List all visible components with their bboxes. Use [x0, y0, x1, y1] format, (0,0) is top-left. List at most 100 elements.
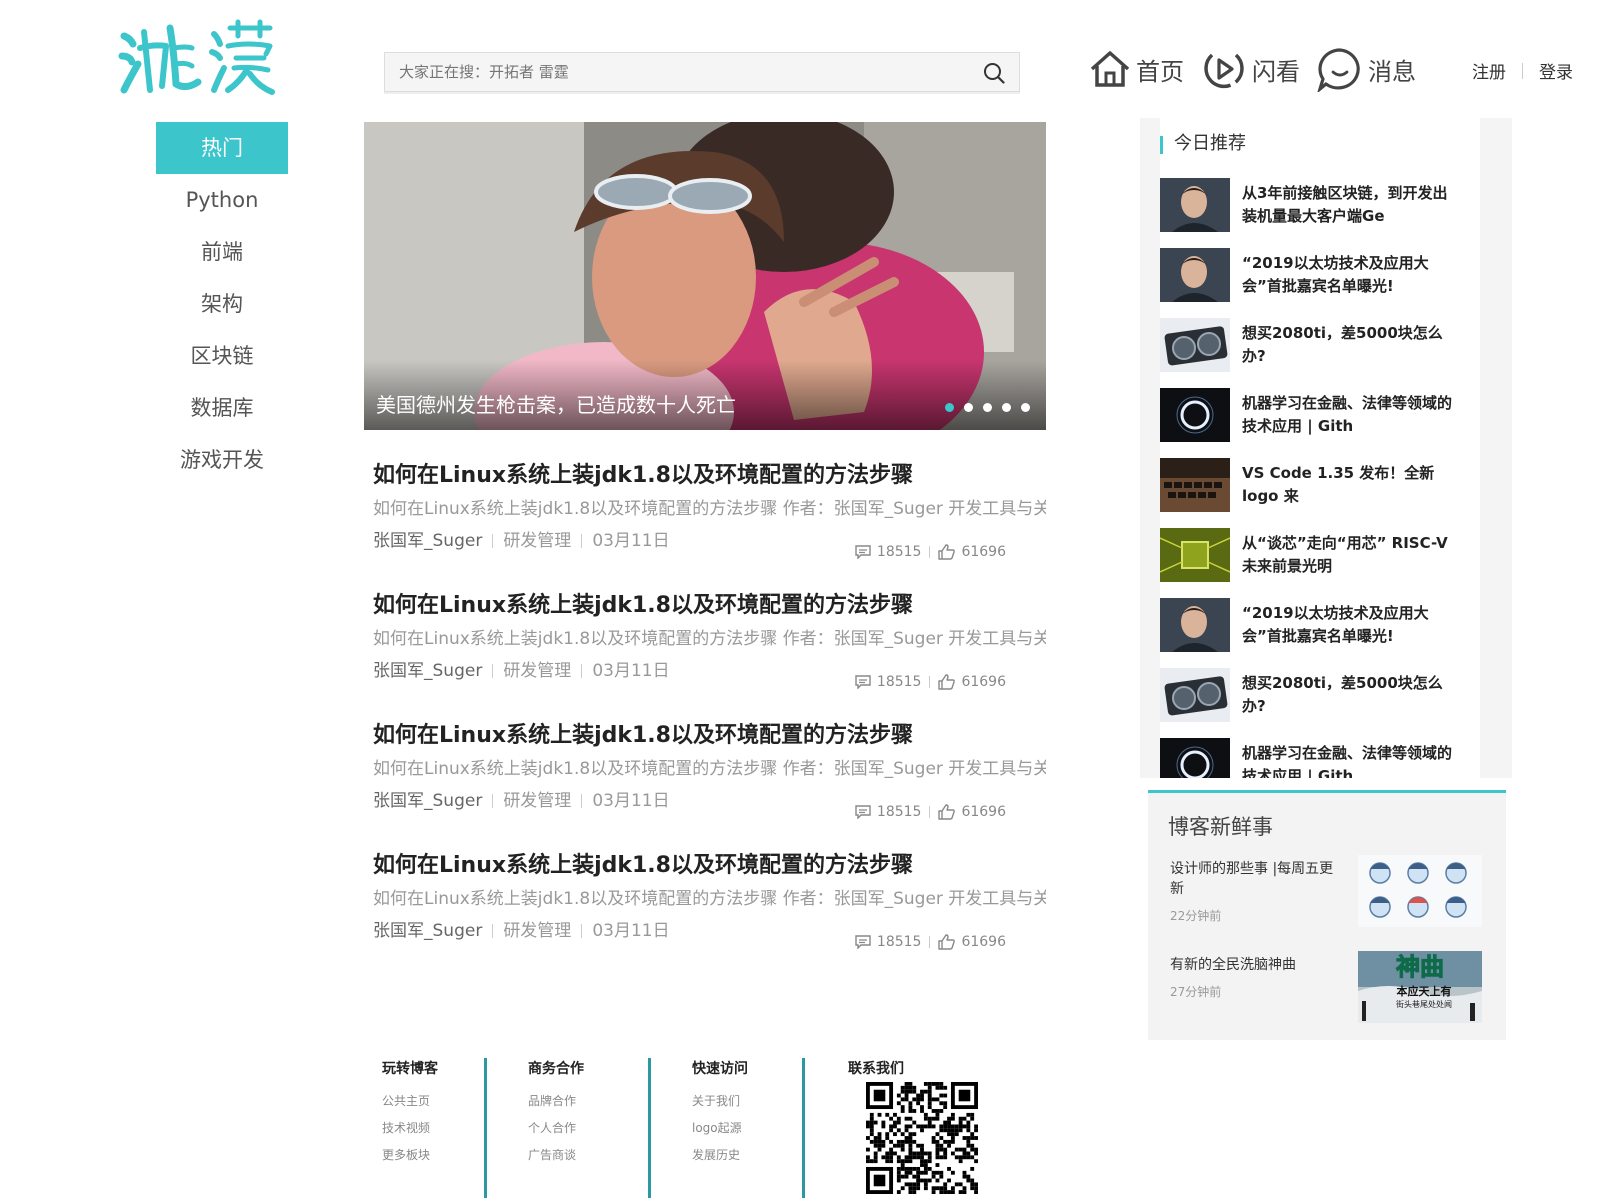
comment-count: 18515: [876, 674, 922, 690]
recommend-thumbnail[interactable]: [1160, 318, 1230, 372]
nav-messages-label: 消息: [1368, 57, 1416, 86]
category-python[interactable]: Python: [156, 174, 288, 226]
recommend-item-title[interactable]: 从“谈芯”走向“用芯” RISC-V未来前景光明: [1242, 532, 1457, 578]
login-link[interactable]: 登录: [1539, 58, 1573, 83]
article-category[interactable]: 研发管理: [503, 524, 571, 558]
footer-link[interactable]: 技术视频: [382, 1115, 438, 1142]
article-author[interactable]: 张国军_Suger: [373, 654, 482, 688]
article-summary: 如何在Linux系统上装jdk1.8以及环境配置的方法步骤 作者：张国军_Sug…: [373, 629, 1046, 649]
recommend-item[interactable]: 机器学习在金融、法律等领域的技术应用 | Gith: [1160, 380, 1480, 450]
article-item[interactable]: 如何在Linux系统上装jdk1.8以及环境配置的方法步骤如何在Linux系统上…: [364, 848, 1046, 978]
footer-divider: [484, 1058, 487, 1198]
recommend-thumbnail[interactable]: [1160, 178, 1230, 232]
nav-flash[interactable]: 闪看: [1200, 47, 1300, 91]
category-database[interactable]: 数据库: [156, 382, 288, 434]
like-count[interactable]: 61696: [961, 934, 1006, 950]
recommend-item-title[interactable]: VS Code 1.35 发布！全新 logo 来: [1242, 462, 1457, 508]
carousel-dot[interactable]: [1021, 403, 1030, 412]
news-item-title[interactable]: 设计师的那些事 |每周五更新: [1170, 859, 1340, 899]
article-author[interactable]: 张国军_Suger: [373, 914, 482, 948]
news-item[interactable]: 有新的全民洗脑神曲 27分钟前 神曲 本应天上有 街头巷尾处处闻: [1148, 947, 1506, 1043]
news-title: 博客新鲜事: [1168, 815, 1273, 839]
article-category[interactable]: 研发管理: [503, 914, 571, 948]
footer-link[interactable]: 个人合作: [528, 1115, 584, 1142]
search-box[interactable]: [384, 52, 1020, 92]
recommend-thumbnail[interactable]: [1160, 528, 1230, 582]
like-count[interactable]: 61696: [961, 674, 1006, 690]
category-architecture[interactable]: 架构: [156, 278, 288, 330]
banner-carousel[interactable]: 美国德州发生枪击案，已造成数十人死亡: [364, 122, 1046, 430]
search-input[interactable]: [385, 53, 965, 91]
news-item-title[interactable]: 有新的全民洗脑神曲: [1170, 955, 1340, 975]
recommend-thumbnail[interactable]: [1160, 598, 1230, 652]
news-item-image[interactable]: [1358, 855, 1482, 927]
category-hot[interactable]: 热门: [156, 122, 288, 174]
recommend-thumbnail[interactable]: [1160, 388, 1230, 442]
footer-link[interactable]: 广告商谈: [528, 1142, 584, 1169]
category-game-dev[interactable]: 游戏开发: [156, 434, 288, 486]
recommend-item-title[interactable]: 机器学习在金融、法律等领域的技术应用 | Gith: [1242, 392, 1457, 438]
footer-column: 玩转博客 公共主页 技术视频 更多板块: [382, 1058, 438, 1169]
footer-link[interactable]: 关于我们: [692, 1088, 748, 1115]
recommend-item[interactable]: “2019以太坊技术及应用大会”首批嘉宾名单曝光!: [1160, 590, 1480, 660]
category-blockchain[interactable]: 区块链: [156, 330, 288, 382]
recommend-item[interactable]: 想买2080ti，差5000块怎么办?: [1160, 660, 1480, 730]
site-logo[interactable]: [118, 18, 278, 102]
recommend-item-title[interactable]: 想买2080ti，差5000块怎么办?: [1242, 322, 1457, 368]
recommend-item-title[interactable]: “2019以太坊技术及应用大会”首批嘉宾名单曝光!: [1242, 602, 1457, 648]
recommend-item[interactable]: VS Code 1.35 发布！全新 logo 来: [1160, 450, 1480, 520]
article-item[interactable]: 如何在Linux系统上装jdk1.8以及环境配置的方法步骤 如何在Linux系统上…: [364, 458, 1046, 588]
poster-title: 神曲: [1396, 953, 1444, 981]
article-title[interactable]: 如何在Linux系统上装jdk1.8以及环境配置的方法步骤: [373, 718, 1046, 754]
recommend-item[interactable]: 从3年前接触区块链，到开发出装机量最大客户端Ge: [1160, 170, 1480, 240]
footer-link[interactable]: 发展历史: [692, 1142, 748, 1169]
recommend-thumbnail[interactable]: [1160, 458, 1230, 512]
news-item-image[interactable]: 神曲 本应天上有 街头巷尾处处闻: [1358, 951, 1482, 1023]
recommend-item-title[interactable]: 想买2080ti，差5000块怎么办?: [1242, 672, 1457, 718]
register-link[interactable]: 注册: [1472, 58, 1506, 83]
carousel-dot[interactable]: [964, 403, 973, 412]
recommend-item[interactable]: “2019以太坊技术及应用大会”首批嘉宾名单曝光!: [1160, 240, 1480, 310]
recommend-item[interactable]: 机器学习在金融、法律等领域的技术应用 | Gith: [1160, 730, 1480, 778]
nav-home-label: 首页: [1136, 57, 1184, 86]
divider: [492, 664, 494, 678]
like-count[interactable]: 61696: [961, 804, 1006, 820]
nav-home[interactable]: 首页: [1088, 47, 1184, 91]
article-category[interactable]: 研发管理: [503, 784, 571, 818]
recommend-item-title[interactable]: 机器学习在金融、法律等领域的技术应用 | Gith: [1242, 742, 1457, 778]
divider: [492, 794, 494, 808]
recommend-item-title[interactable]: 从3年前接触区块链，到开发出装机量最大客户端Ge: [1242, 182, 1457, 228]
article-summary: 如何在Linux系统上装jdk1.8以及环境配置的方法步骤 作者：张国军_Sug…: [373, 889, 1046, 909]
article-stats: 18515 61696: [855, 934, 1006, 950]
article-title[interactable]: 如何在Linux系统上装jdk1.8以及环境配置的方法步骤: [373, 848, 1046, 884]
article-item[interactable]: 如何在Linux系统上装jdk1.8以及环境配置的方法步骤 如何在Linux系统上…: [364, 718, 1046, 848]
footer-link[interactable]: 品牌合作: [528, 1088, 584, 1115]
article-category[interactable]: 研发管理: [503, 654, 571, 688]
article-title[interactable]: 如何在Linux系统上装jdk1.8以及环境配置的方法步骤: [373, 458, 1046, 494]
news-item[interactable]: 设计师的那些事 |每周五更新 22分钟前: [1148, 851, 1506, 947]
article-author[interactable]: 张国军_Suger: [373, 784, 482, 818]
comment-count: 18515: [876, 934, 922, 950]
recommend-thumbnail[interactable]: [1160, 738, 1230, 778]
article-author[interactable]: 张国军_Suger: [373, 524, 482, 558]
divider: [929, 806, 931, 818]
search-icon[interactable]: [983, 62, 1005, 84]
like-count[interactable]: 61696: [961, 544, 1006, 560]
article-title[interactable]: 如何在Linux系统上装jdk1.8以及环境配置的方法步骤: [373, 588, 1046, 624]
carousel-dot[interactable]: [983, 403, 992, 412]
article-item[interactable]: 如何在Linux系统上装jdk1.8以及环境配置的方法步骤如何在Linux系统上…: [364, 588, 1046, 718]
recommend-item[interactable]: 想买2080ti，差5000块怎么办?: [1160, 310, 1480, 380]
banner-caption[interactable]: 美国德州发生枪击案，已造成数十人死亡: [376, 389, 736, 418]
footer-link[interactable]: logo起源: [692, 1115, 748, 1142]
article-date: 03月11日: [592, 791, 670, 811]
recommend-thumbnail[interactable]: [1160, 668, 1230, 722]
category-frontend[interactable]: 前端: [156, 226, 288, 278]
carousel-dot[interactable]: [945, 403, 954, 412]
recommend-item-title[interactable]: “2019以太坊技术及应用大会”首批嘉宾名单曝光!: [1242, 252, 1457, 298]
recommend-item[interactable]: 从“谈芯”走向“用芯” RISC-V未来前景光明: [1160, 520, 1480, 590]
footer-link[interactable]: 公共主页: [382, 1088, 438, 1115]
carousel-dot[interactable]: [1002, 403, 1011, 412]
recommend-thumbnail[interactable]: [1160, 248, 1230, 302]
footer-link[interactable]: 更多板块: [382, 1142, 438, 1169]
nav-messages[interactable]: 消息: [1316, 46, 1416, 92]
